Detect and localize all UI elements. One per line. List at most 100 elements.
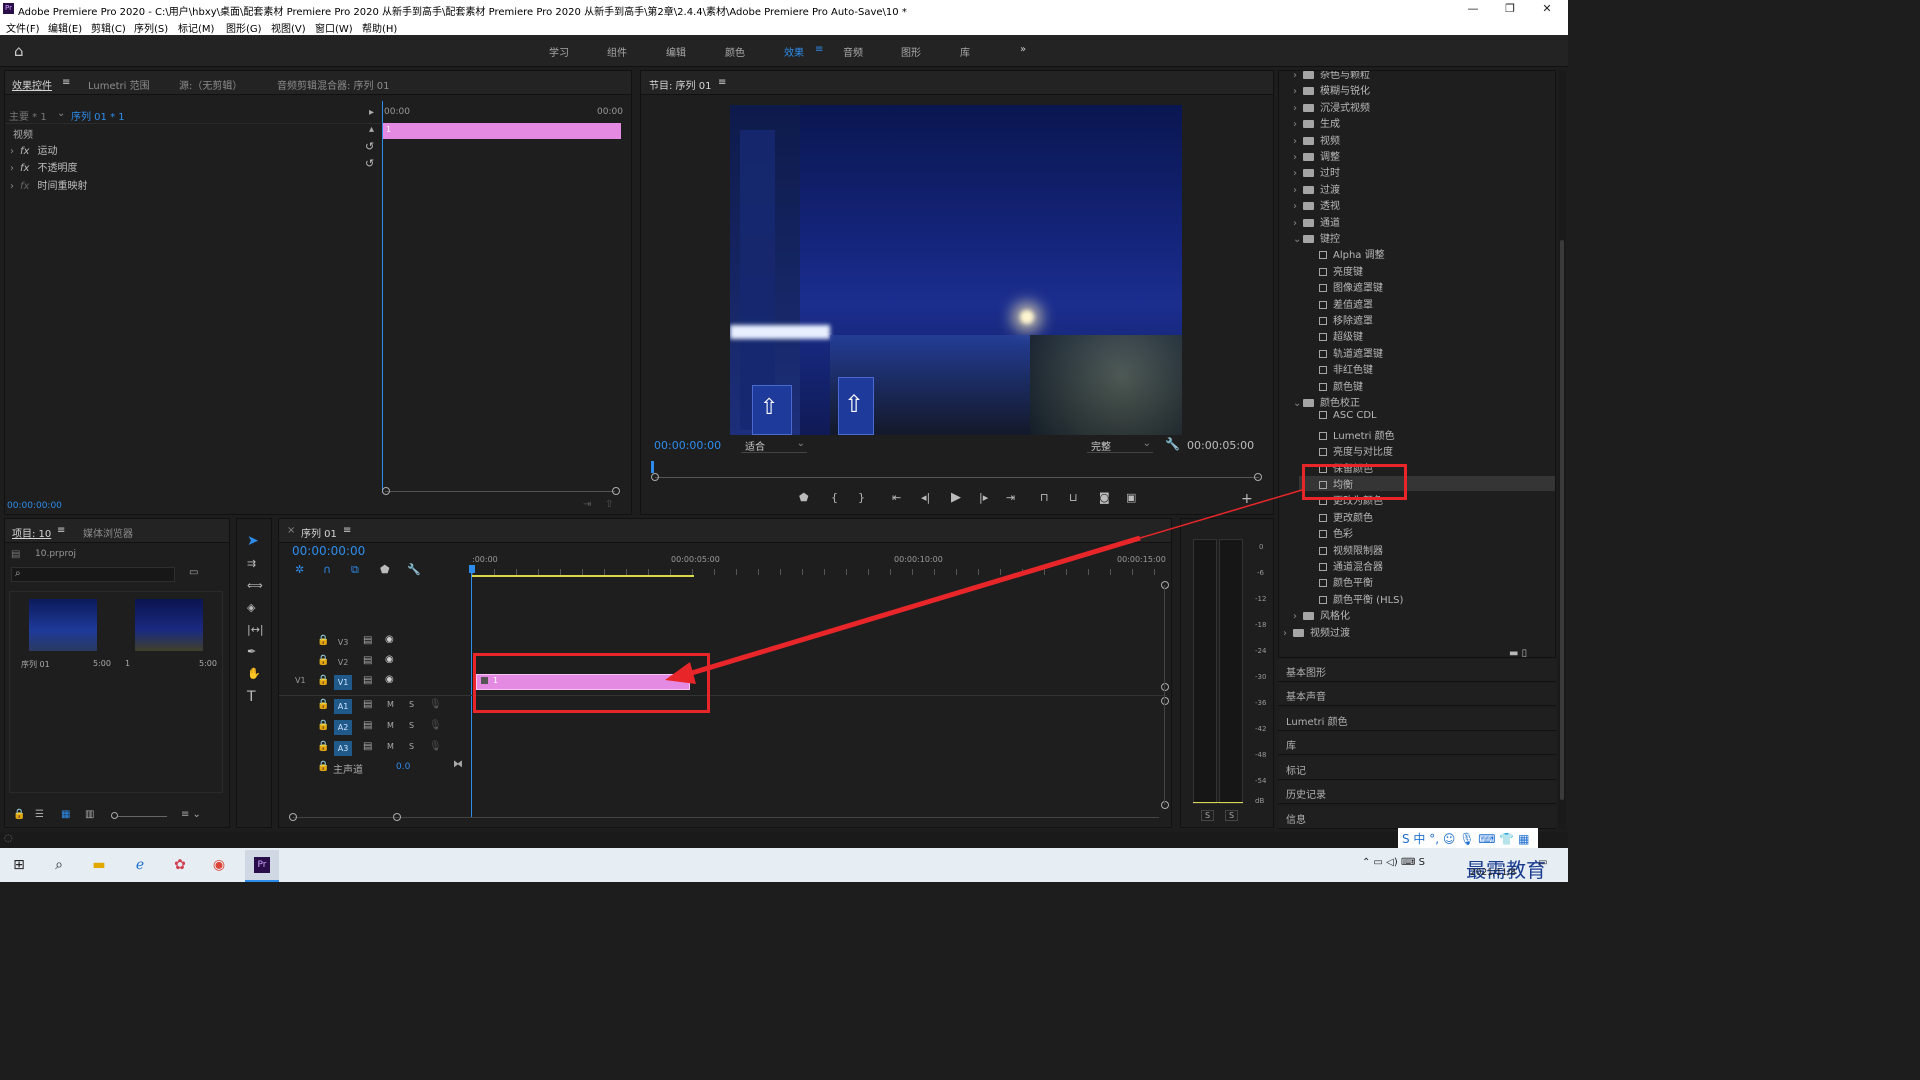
app-icon[interactable]: ✿ — [171, 856, 189, 874]
minimize-icon[interactable]: — — [1463, 2, 1483, 16]
razor-tool-icon[interactable]: ◈ — [247, 601, 255, 614]
program-monitor-title[interactable]: 节目: 序列 01 — [649, 77, 711, 92]
effect-folder[interactable]: › 风格化 — [1293, 607, 1350, 622]
export-icon[interactable]: ⇧ — [605, 499, 613, 510]
effect-folder[interactable]: › 生成 — [1293, 115, 1340, 130]
lock-icon[interactable]: 🔒 — [317, 720, 329, 731]
effect-folder[interactable]: › 透视 — [1293, 197, 1340, 212]
workspace-editing[interactable]: 编辑 — [666, 44, 686, 59]
zoom-handle[interactable] — [111, 812, 118, 819]
filter-icon[interactable]: ⇥ — [583, 499, 591, 510]
menu-edit[interactable]: 编辑(E) — [48, 20, 82, 35]
effect-folder[interactable]: › 通道 — [1293, 214, 1340, 229]
effect-item[interactable]: 超级键 — [1319, 328, 1363, 343]
workspace-graphics[interactable]: 图形 — [901, 44, 921, 59]
menu-markers[interactable]: 标记(M) — [178, 20, 214, 35]
mark-in-icon[interactable]: { — [831, 491, 838, 504]
zoom-handle[interactable] — [289, 813, 297, 821]
menu-file[interactable]: 文件(F) — [6, 20, 40, 35]
go-to-out-icon[interactable]: ⇥ — [1006, 491, 1015, 504]
eye-icon[interactable]: ◉ — [385, 674, 394, 685]
comparison-view-icon[interactable]: ▣ — [1126, 491, 1136, 504]
effect-folder[interactable]: › 模糊与锐化 — [1293, 82, 1370, 97]
slip-tool-icon[interactable]: |↔| — [247, 623, 264, 636]
track-label[interactable]: A3 — [334, 741, 352, 756]
workspace-libraries[interactable]: 库 — [960, 44, 970, 59]
zoom-slider[interactable] — [117, 816, 167, 817]
effect-folder[interactable]: › 杂色与颗粒 — [1293, 71, 1370, 81]
zoom-handle[interactable] — [382, 487, 390, 495]
effect-item[interactable]: 颜色平衡 — [1319, 574, 1373, 589]
play-only-icon[interactable]: ▸ — [369, 107, 374, 118]
effect-item[interactable]: 亮度与对比度 — [1319, 443, 1393, 458]
lock-icon[interactable]: 🔒 — [317, 655, 329, 666]
lock-icon[interactable]: 🔒 — [317, 675, 329, 686]
timeline-sequence-tab[interactable]: 序列 01 — [301, 525, 337, 540]
tab-audio-clip-mixer[interactable]: 音频剪辑混合器: 序列 01 — [277, 77, 389, 92]
program-scrubber[interactable] — [655, 477, 1259, 478]
effect-item[interactable]: ASC CDL — [1319, 410, 1377, 421]
effect-item[interactable]: 更改颜色 — [1319, 509, 1373, 524]
program-timecode[interactable]: 00:00:00:00 — [654, 439, 721, 452]
tab-media-browser[interactable]: 媒体浏览器 — [83, 525, 133, 540]
selection-tool-icon[interactable]: ➤ — [247, 533, 259, 549]
playhead-handle[interactable] — [469, 565, 475, 573]
work-area-bar[interactable] — [472, 575, 694, 577]
section-libraries[interactable]: 库 — [1278, 732, 1556, 755]
home-icon[interactable]: ⌂ — [14, 42, 24, 60]
effect-motion[interactable]: › fx 运动 — [10, 142, 57, 157]
camera-icon[interactable]: ◙ — [1099, 491, 1110, 504]
effect-item[interactable]: 亮度键 — [1319, 263, 1363, 278]
workspace-color[interactable]: 颜色 — [725, 44, 745, 59]
effect-item[interactable]: 颜色平衡 (HLS) — [1319, 591, 1403, 606]
tab-source[interactable]: 源:（无剪辑） — [179, 77, 242, 92]
premiere-taskbar-button[interactable]: Pr — [245, 850, 279, 882]
effect-controls-timecode[interactable]: 00:00:00:00 — [7, 501, 62, 511]
track-label[interactable]: A1 — [334, 699, 352, 714]
menu-graphics[interactable]: 图形(G) — [226, 20, 262, 35]
file-explorer-icon[interactable]: ▬ — [90, 856, 108, 874]
workspace-audio[interactable]: 音频 — [843, 44, 863, 59]
mark-out-icon[interactable]: } — [858, 491, 865, 504]
effect-item[interactable]: 视频限制器 — [1319, 542, 1383, 557]
menu-window[interactable]: 窗口(W) — [315, 20, 353, 35]
effect-time-remap[interactable]: › fx 时间重映射 — [10, 177, 87, 192]
menu-view[interactable]: 视图(V) — [271, 20, 306, 35]
reset-icon[interactable]: ↺ — [365, 157, 374, 170]
sync-lock-icon[interactable]: ▤ — [363, 720, 372, 731]
project-search-input[interactable]: ⌕ — [11, 567, 175, 582]
zoom-handle[interactable] — [1254, 473, 1262, 481]
add-marker-icon[interactable]: ⬟ — [380, 563, 390, 576]
add-button-icon[interactable]: + — [1241, 491, 1253, 507]
section-history[interactable]: 历史记录 — [1278, 781, 1556, 804]
track-select-tool-icon[interactable]: ⇉ — [247, 557, 256, 570]
collapse-icon[interactable]: ▴ — [369, 124, 374, 135]
new-bin-icon[interactable]: ▭ — [189, 567, 198, 578]
effect-item[interactable]: 轨道遮罩键 — [1319, 345, 1383, 360]
notifications-icon[interactable]: ▭ — [1538, 857, 1547, 868]
icon-view-icon[interactable]: ▦ — [61, 809, 70, 820]
solo-button[interactable]: S — [409, 721, 414, 730]
effect-item[interactable]: 非红色键 — [1319, 361, 1373, 376]
lock-icon[interactable]: 🔒 — [317, 699, 329, 710]
wrench-icon[interactable]: 🔧 — [1165, 437, 1180, 451]
panel-menu-icon[interactable]: ≡ — [343, 525, 351, 536]
microphone-icon[interactable]: 🎙 — [429, 699, 442, 710]
panel-menu-icon[interactable]: ≡ — [62, 77, 70, 88]
section-info[interactable]: 信息 — [1278, 806, 1556, 829]
effect-folder[interactable]: › 过时 — [1293, 164, 1340, 179]
section-lumetri-color[interactable]: Lumetri 颜色 — [1278, 708, 1556, 731]
menu-help[interactable]: 帮助(H) — [362, 20, 397, 35]
mute-button[interactable]: M — [387, 721, 394, 730]
effect-folder-color-correction[interactable]: ⌄ 颜色校正 — [1293, 394, 1360, 409]
go-to-in-icon[interactable]: ⇤ — [892, 491, 901, 504]
eye-icon[interactable]: ◉ — [385, 634, 394, 645]
sequence-clip-label[interactable]: 序列 01 * 1 — [71, 108, 125, 123]
section-markers[interactable]: 标记 — [1278, 757, 1556, 780]
program-playhead[interactable] — [651, 461, 654, 473]
effect-item[interactable]: 颜色键 — [1319, 378, 1363, 393]
effects-scrollbar[interactable] — [1558, 70, 1566, 830]
fit-dropdown[interactable]: 适合 ⌄ — [741, 437, 807, 453]
lock-icon[interactable]: 🔒 — [13, 809, 25, 820]
tab-project[interactable]: 项目: 10 — [12, 525, 51, 540]
